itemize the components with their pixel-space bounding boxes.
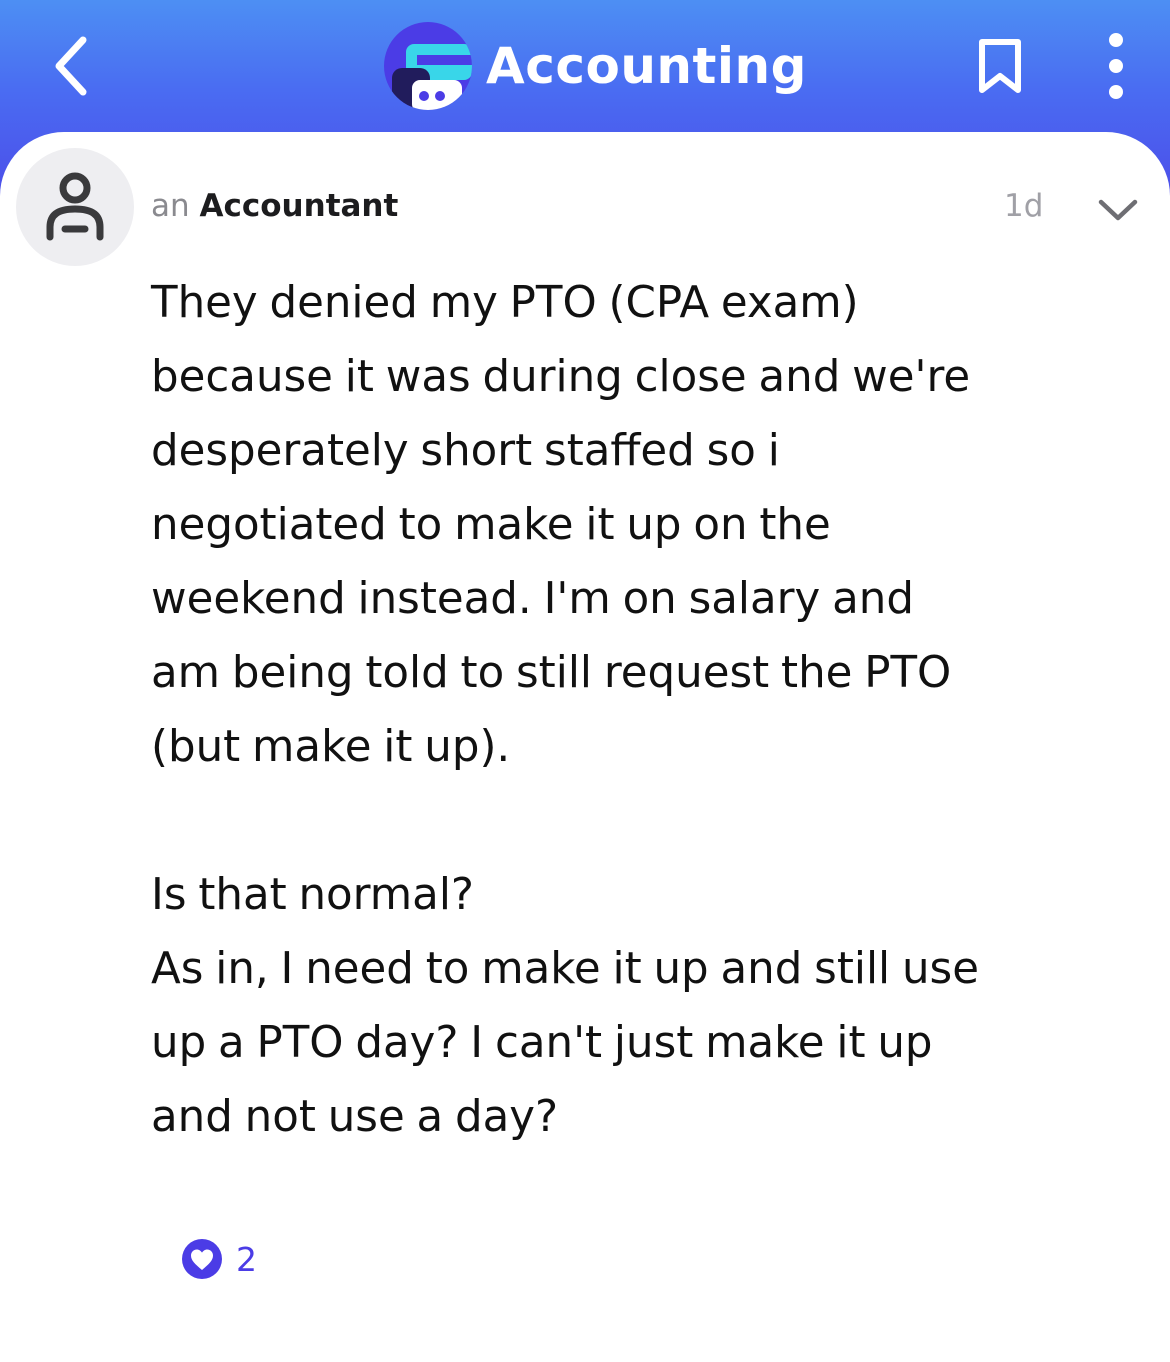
community-title: Accounting xyxy=(486,37,807,95)
anonymous-user-icon xyxy=(46,172,104,241)
post-card: an Accountant 1d They denied my PTO (CPA… xyxy=(0,132,1170,1362)
post-body: They denied my PTO (CPA exam) because it… xyxy=(151,278,979,1142)
post-timestamp: 1d xyxy=(1004,188,1044,224)
bookmark-button[interactable] xyxy=(962,26,1038,106)
post-options-button[interactable] xyxy=(1092,186,1144,234)
like-button[interactable]: 2 xyxy=(180,1234,257,1284)
author-prefix: an xyxy=(151,188,190,224)
author-name: Accountant xyxy=(199,188,399,224)
accounting-community-logo xyxy=(384,22,472,110)
author-line[interactable]: an Accountant xyxy=(151,182,398,230)
vertical-ellipsis-icon xyxy=(1109,33,1123,99)
back-button[interactable] xyxy=(36,22,106,110)
bookmark-icon xyxy=(979,39,1021,93)
chevron-left-icon xyxy=(55,36,87,96)
avatar[interactable] xyxy=(16,148,134,266)
chevron-down-icon xyxy=(1098,199,1138,221)
community-title-group[interactable]: Accounting xyxy=(384,22,807,110)
like-count: 2 xyxy=(236,1239,257,1279)
heart-icon xyxy=(182,1239,222,1279)
more-options-button[interactable] xyxy=(1088,22,1144,110)
